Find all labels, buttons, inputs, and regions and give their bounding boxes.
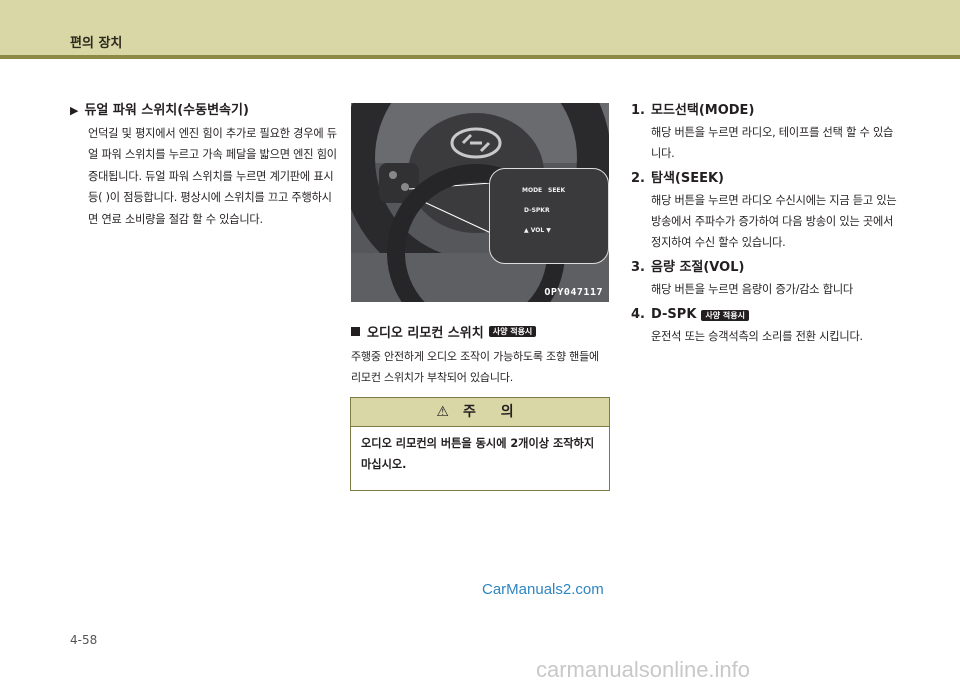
caution-text: 오디오 리모컨의 버튼을 동시에 2개이상 조작하지 마십시오. <box>361 437 595 471</box>
list-item-number: 1. <box>631 103 645 118</box>
remote-buttons-list: 1. 모드선택(MODE) 해당 버튼을 누르면 라디오, 테이프를 선택 할 수… <box>631 102 901 353</box>
dual-power-section: ▶ 듀얼 파워 스위치(수동변속기) 언덕길 및 평지에서 엔진 힘이 추가로 필… <box>70 102 340 230</box>
remote-section: 오디오 리모컨 스위치 사양 적용시 주행중 안전하게 오디오 조작이 가능하도록… <box>351 322 611 388</box>
watermark-link[interactable]: CarManuals2.com <box>482 581 604 598</box>
list-item-title: 탐색(SEEK) <box>651 171 725 186</box>
list-item-number: 4. <box>631 307 645 322</box>
list-item-heading: 3. 음량 조절(VOL) <box>631 259 901 277</box>
caution-box: ⚠ 주 의 오디오 리모컨의 버튼을 동시에 2개이상 조작하지 마십시오. <box>350 397 610 491</box>
footer-watermark: carmanualsonline.info <box>536 657 751 682</box>
list-item-text: 해당 버튼을 누르면 라디오, 테이프를 선택 할 수 있습니다. <box>651 126 894 160</box>
square-bullet-icon <box>351 327 360 336</box>
list-item-title: 음량 조절(VOL) <box>651 260 745 275</box>
triangle-bullet-icon: ▶ <box>70 104 79 117</box>
chapter-title: 편의 장치 <box>70 36 123 51</box>
remote-paragraph: 주행중 안전하게 오디오 조작이 가능하도록 조향 핸들에 리모컨 스위치가 부… <box>351 350 599 384</box>
remote-switch-inset: MODE SEEK D-SPKR ▲ VOL ▼ <box>489 168 609 264</box>
list-item-title: 모드선택(MODE) <box>651 103 755 118</box>
mode-label: MODE <box>522 187 543 194</box>
list-item: 4. D-SPK 사양 적용시 운전석 또는 승객석측의 소리를 전환 시킵니다. <box>631 306 901 347</box>
list-item-heading: 1. 모드선택(MODE) <box>631 102 901 120</box>
remote-heading: 오디오 리모컨 스위치 사양 적용시 <box>351 322 611 341</box>
section-heading: ▶ 듀얼 파워 스위치(수동변속기) <box>70 102 340 120</box>
section-title-text: 듀얼 파워 스위치(수동변속기) <box>84 103 249 118</box>
list-item-text: 해당 버튼을 누르면 라디오 수신시에는 지금 듣고 있는 방송에서 주파수가 … <box>651 194 897 249</box>
caution-heading-text: 주 의 <box>462 404 524 420</box>
seek-label: SEEK <box>548 187 566 194</box>
page-number: 4-58 <box>70 633 98 647</box>
dspk-label: D-SPKR <box>524 207 550 214</box>
list-item-text: 운전석 또는 승객석측의 소리를 전환 시킵니다. <box>651 330 863 343</box>
figure-code: OPY047117 <box>544 287 603 298</box>
list-item-number: 2. <box>631 171 645 186</box>
list-item-number: 3. <box>631 260 645 275</box>
caution-header: ⚠ 주 의 <box>351 398 609 427</box>
option-badge: 사양 적용시 <box>701 309 749 321</box>
warning-triangle-icon: ⚠ <box>436 404 449 420</box>
header-bar: 편의 장치 <box>0 0 960 55</box>
option-badge: 사양 적용시 <box>488 326 537 337</box>
section-paragraph: 언덕길 및 평지에서 엔진 힘이 추가로 필요한 경우에 듀얼 파워 스위치를 … <box>88 127 337 226</box>
list-item-heading: 2. 탐색(SEEK) <box>631 170 901 188</box>
list-item: 1. 모드선택(MODE) 해당 버튼을 누르면 라디오, 테이프를 선택 할 수… <box>631 102 901 164</box>
header-rule <box>0 55 960 59</box>
list-item: 2. 탐색(SEEK) 해당 버튼을 누르면 라디오 수신시에는 지금 듣고 있는… <box>631 170 901 253</box>
vol-label: ▲ VOL ▼ <box>524 227 551 234</box>
list-item-text: 해당 버튼을 누르면 음량이 증가/감소 합니다 <box>651 283 854 296</box>
list-item: 3. 음량 조절(VOL) 해당 버튼을 누르면 음량이 증가/감소 합니다 <box>631 259 901 300</box>
list-item-heading: 4. D-SPK 사양 적용시 <box>631 306 901 324</box>
list-item-title: D-SPK <box>651 307 697 322</box>
remote-title-text: 오디오 리모컨 스위치 <box>367 326 484 341</box>
